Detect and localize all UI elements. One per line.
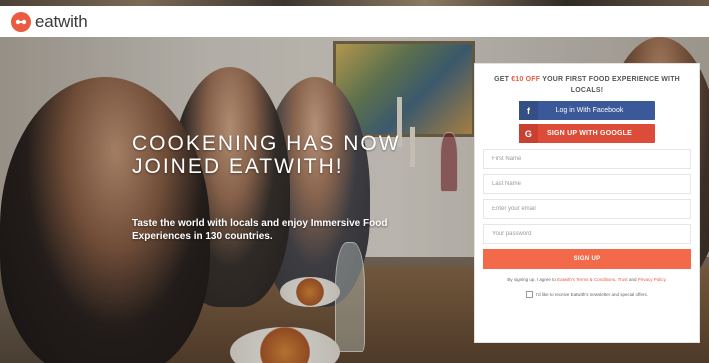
google-icon: G xyxy=(519,124,538,143)
site-header: eatwith xyxy=(0,6,709,37)
facebook-login-label: Log in With Facebook xyxy=(555,107,624,114)
newsletter-checkbox[interactable] xyxy=(526,291,534,298)
first-name-input[interactable] xyxy=(483,149,691,169)
newsletter-label: I'd like to receive Eatwith's newsletter… xyxy=(536,292,648,297)
last-name-input[interactable] xyxy=(483,174,691,194)
google-signup-button[interactable]: G SIGN UP WITH GOOGLE xyxy=(519,124,655,143)
hero-subtitle: Taste the world with locals and enjoy Im… xyxy=(132,218,388,242)
signup-button[interactable]: SIGN UP xyxy=(483,249,691,269)
password-input[interactable] xyxy=(483,224,691,244)
promo-amount: €10 OFF xyxy=(511,76,541,83)
newsletter-option[interactable]: I'd like to receive Eatwith's newsletter… xyxy=(483,291,691,298)
eatwith-logo-icon[interactable] xyxy=(11,11,31,32)
trust-link[interactable]: Trust xyxy=(618,277,628,282)
signup-form: SIGN UP xyxy=(483,149,691,269)
facebook-icon: f xyxy=(519,101,538,120)
hero-title: COOKENING HAS NOW JOINED EATWITH! xyxy=(132,132,401,178)
terms-link[interactable]: Eatwith's Terms & Conditions xyxy=(557,277,615,282)
signup-headline: GET €10 OFF YOUR FIRST FOOD EXPERIENCE W… xyxy=(483,74,691,96)
signup-card: GET €10 OFF YOUR FIRST FOOD EXPERIENCE W… xyxy=(474,63,700,343)
headline-suffix: YOUR FIRST FOOD EXPERIENCE WITH LOCALS! xyxy=(540,76,680,94)
terms-separator: and xyxy=(627,277,638,282)
terms-prefix: By signing up, I agree to xyxy=(507,277,558,282)
terms-text: By signing up, I agree to Eatwith's Term… xyxy=(489,276,685,283)
logo-text[interactable]: eatwith xyxy=(35,12,88,32)
privacy-link[interactable]: Privacy Policy xyxy=(638,277,666,282)
google-signup-label: SIGN UP WITH GOOGLE xyxy=(547,130,632,137)
terms-suffix: . xyxy=(665,277,667,282)
facebook-login-button[interactable]: f Log in With Facebook xyxy=(519,101,655,120)
headline-prefix: GET xyxy=(494,76,512,83)
email-input[interactable] xyxy=(483,199,691,219)
